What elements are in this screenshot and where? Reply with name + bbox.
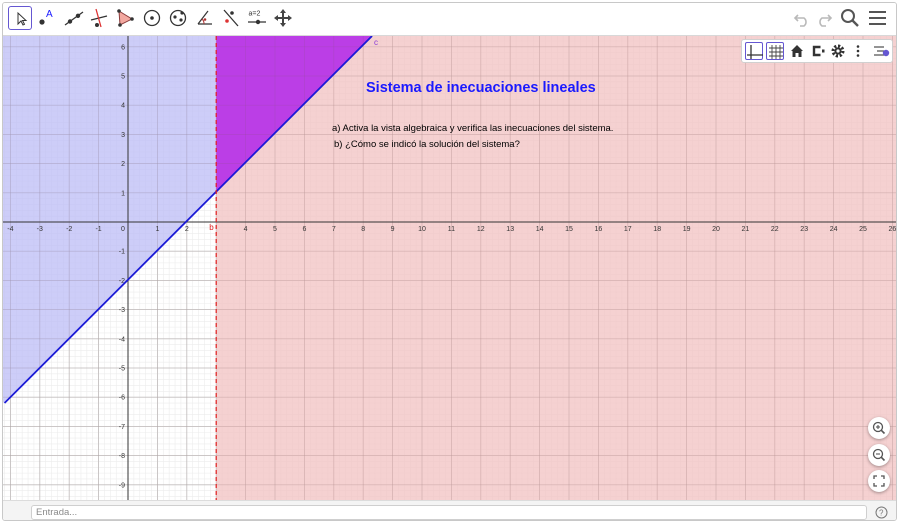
perpendicular-line-tool-icon[interactable] [87,6,111,30]
angle-tool-icon[interactable] [193,6,217,30]
fullscreen-icon[interactable] [868,470,890,492]
x-tick-label: 18 [653,226,661,233]
x-tick-label: 5 [273,226,277,233]
graphics-canvas[interactable]: -4 -3 -2 -1 0 1 2 4 5 6 7 8 9 10 11 12 13 14 15 16 17 18 19 20 2… [3,36,896,500]
x-tick-label: 1 [155,226,159,233]
x-tick-label: 14 [536,226,544,233]
zoom-in-icon[interactable] [868,417,890,439]
x-tick-label: 15 [565,226,573,233]
redo-icon[interactable] [813,7,835,29]
search-icon[interactable] [839,7,861,29]
axes-toggle-icon[interactable] [745,42,763,60]
y-tick-label: -1 [119,249,125,256]
graphics-view[interactable]: -4 -3 -2 -1 0 1 2 4 5 6 7 8 9 10 11 12 13 14 15 16 17 18 19 20 2… [3,36,896,500]
style-bar-toggle-icon[interactable] [872,42,890,60]
x-tick-label: 22 [771,226,779,233]
y-tick-label: 5 [121,74,125,81]
y-tick-label: 4 [121,103,125,110]
x-tick-label: 8 [361,226,365,233]
help-icon[interactable]: ? [875,506,888,519]
x-tick-label: 9 [391,226,395,233]
x-tick-label: 26 [889,226,896,233]
menu-icon[interactable] [867,7,889,29]
x-tick-label: 12 [477,226,485,233]
instruction-b: b) ¿Cómo se indicó la solución del siste… [334,139,520,150]
reflect-tool-icon[interactable] [219,6,243,30]
x-tick-label: 13 [506,226,514,233]
move-graphics-view-icon[interactable] [271,6,295,30]
y-tick-label: -3 [119,307,125,314]
zoom-out-icon[interactable] [868,444,890,466]
more-icon[interactable] [849,42,867,60]
ellipse-tool-icon[interactable] [166,6,190,30]
move-tool-icon[interactable] [8,6,32,30]
x-tick-label: 25 [859,226,867,233]
y-tick-label: 6 [121,44,125,51]
y-tick-label: -9 [119,482,125,489]
graphics-title: Sistema de inecuaciones lineales [366,80,596,96]
y-tick-label: -4 [119,336,125,343]
y-tick-label: -6 [119,395,125,402]
line-tool-icon[interactable] [62,6,86,30]
input-placeholder: Entrada... [36,507,78,518]
x-tick-label: -2 [66,226,72,233]
geogebra-app: A a=2 -4 -3 -2 -1 0 1 2 4 5 6 7 8 9 10 1… [2,2,897,521]
graphics-style-bar [741,39,893,63]
y-tick-label: -5 [119,366,125,373]
blue-region [3,36,217,404]
x-tick-label: -1 [95,226,101,233]
input-bar: Entrada... ? [3,500,896,520]
x-tick-label: 21 [742,226,750,233]
y-tick-label: -8 [119,453,125,460]
x-tick-label: 23 [800,226,808,233]
x-tick-label: 16 [595,226,603,233]
x-tick-label: 19 [683,226,691,233]
input-field[interactable]: Entrada... [31,505,867,520]
x-tick-label: 17 [624,226,632,233]
point-tool-label: A [46,9,53,20]
x-tick-label: 10 [418,226,426,233]
grid-toggle-icon[interactable] [766,42,784,60]
x-tick-label: 11 [448,226,455,233]
y-tick-label: -7 [119,424,125,431]
x-tick-label: -4 [7,226,13,233]
x-tick-label: 6 [302,226,306,233]
polygon-tool-icon[interactable] [113,6,137,30]
toolbar: A a=2 [3,3,896,36]
x-tick-label: -3 [37,226,43,233]
label-style-icon[interactable] [808,42,826,60]
red-region [216,36,896,500]
y-tick-label: 1 [121,190,125,197]
y-tick-label: 3 [121,132,125,139]
point-tool-icon[interactable]: A [35,6,59,30]
slider-tool-label: a=2 [249,11,261,18]
svg-text:?: ? [879,509,884,518]
y-tick-label: 2 [121,161,125,168]
circle-tool-icon[interactable] [140,6,164,30]
slider-tool-icon[interactable]: a=2 [245,6,269,30]
instruction-a: a) Activa la vista algebraica y verifica… [332,123,614,134]
x-tick-label: 7 [332,226,336,233]
x-tick-label: 2 [185,226,189,233]
undo-icon[interactable] [791,7,813,29]
x-tick-label: 4 [244,226,248,233]
line-b-label: b [209,223,214,232]
x-tick-label: 0 [121,226,125,233]
x-tick-label: 24 [830,226,838,233]
line-c-label: c [374,38,378,47]
x-tick-label: 20 [712,226,720,233]
home-icon[interactable] [788,42,806,60]
settings-icon[interactable] [829,42,847,60]
